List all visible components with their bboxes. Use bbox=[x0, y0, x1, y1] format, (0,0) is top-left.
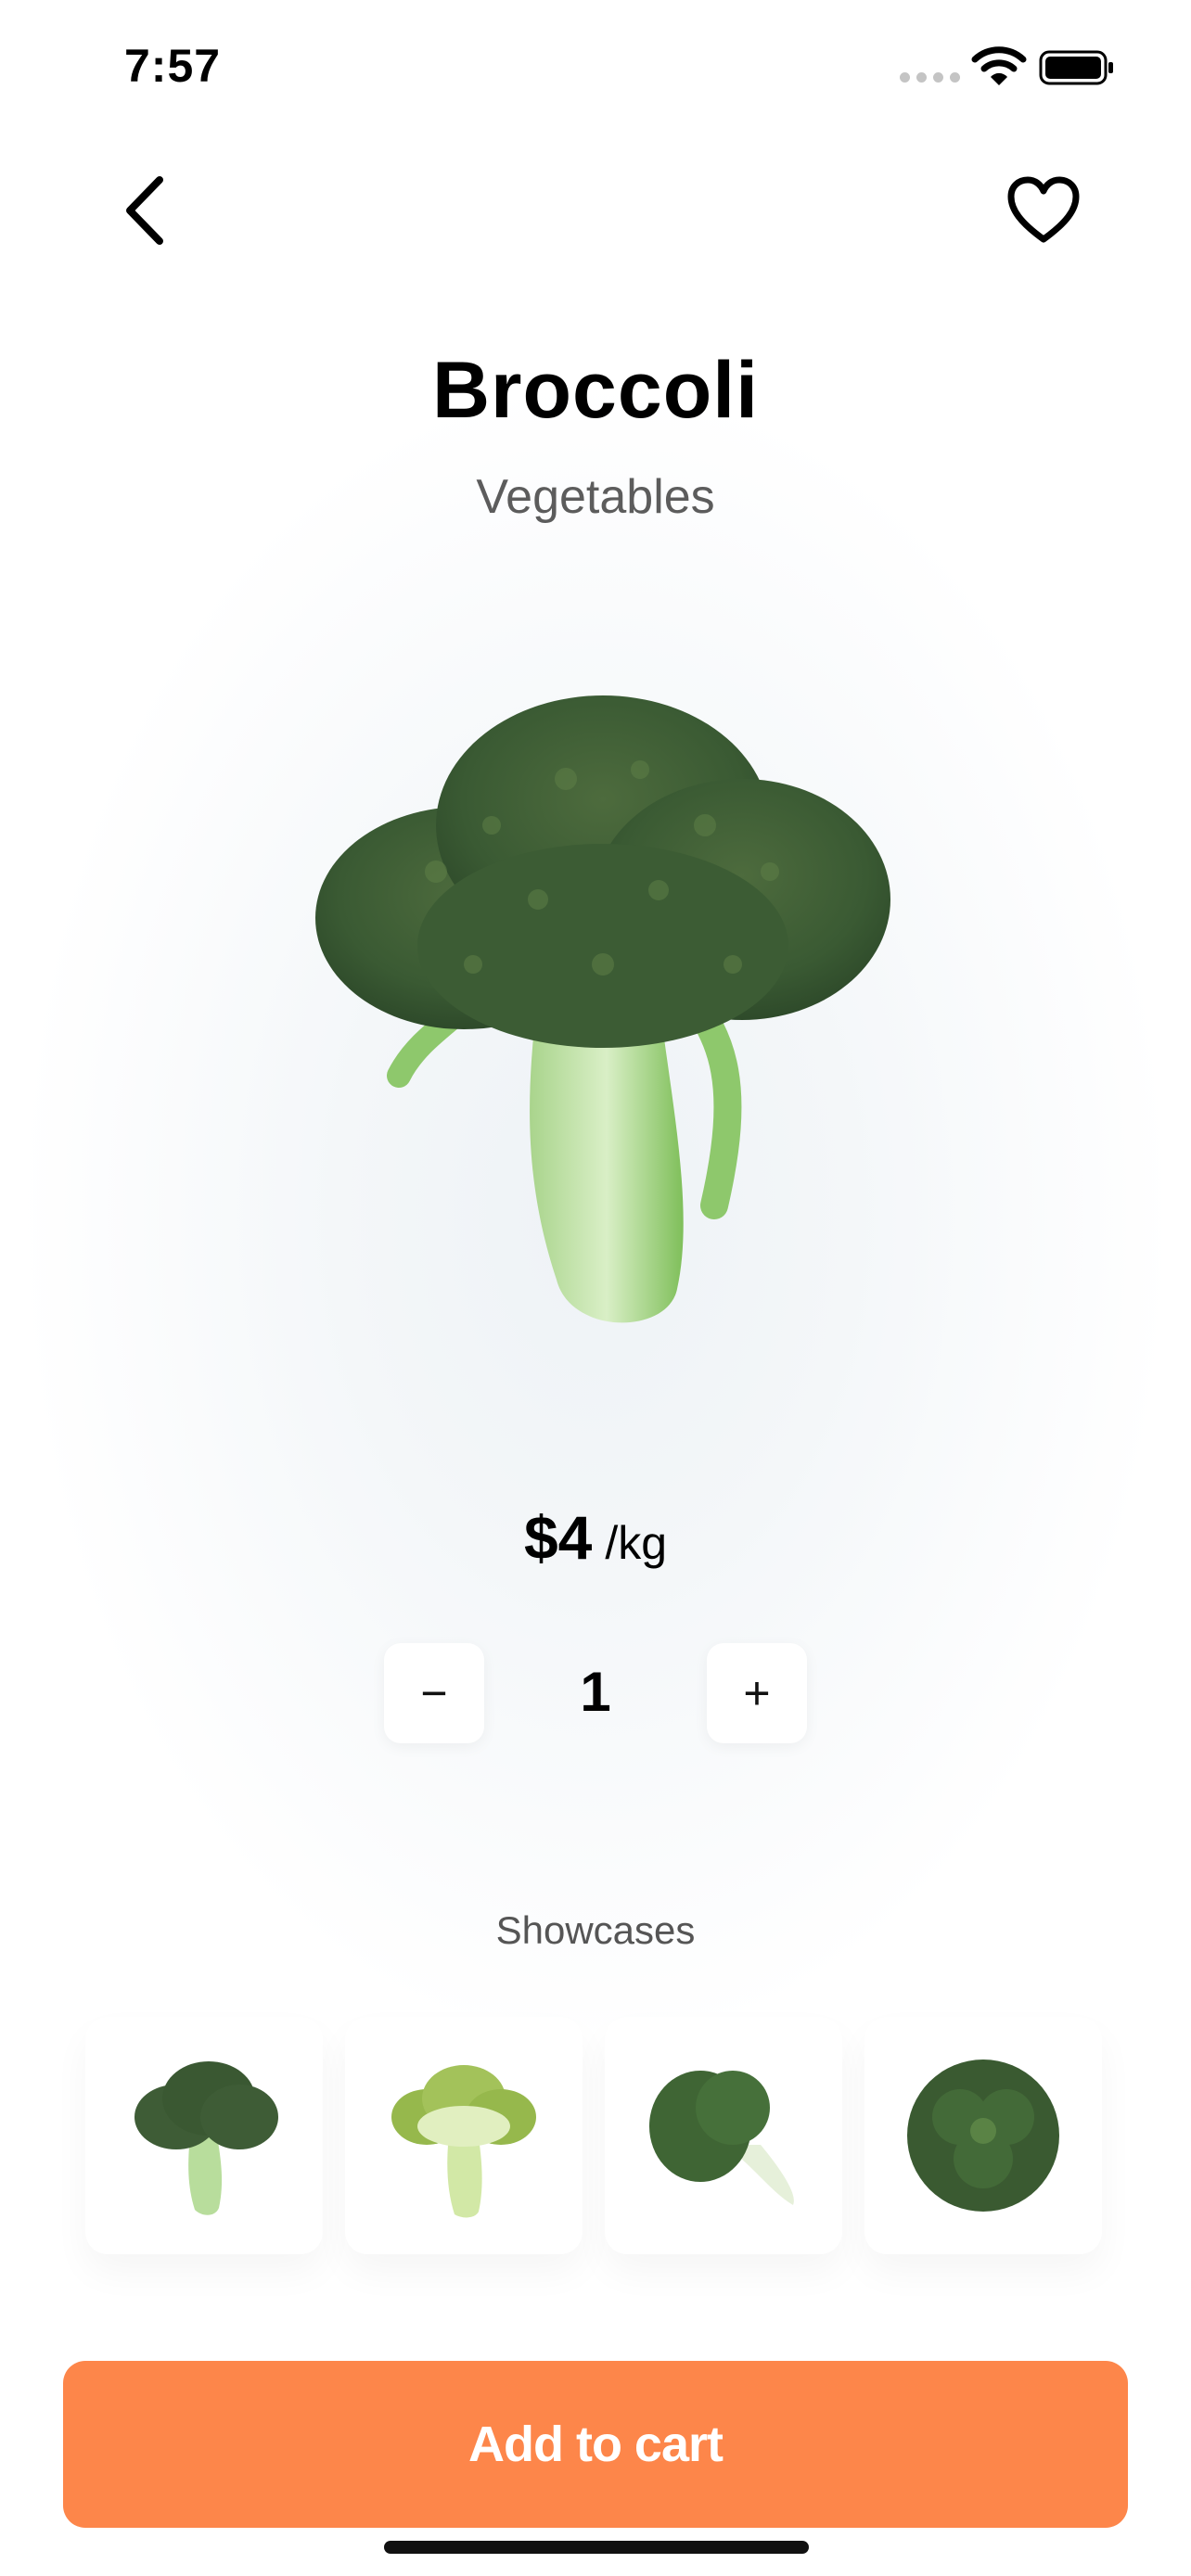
showcase-thumbnail-3[interactable] bbox=[605, 2017, 842, 2254]
product-title: Broccoli bbox=[431, 346, 760, 435]
broccoli-whole-image bbox=[134, 2061, 278, 2215]
battery-icon bbox=[1039, 50, 1113, 85]
showcases-label: Showcases bbox=[495, 1908, 696, 1952]
broccoli-cross-section-image bbox=[391, 2065, 536, 2218]
broccoli-side-image bbox=[649, 2071, 794, 2205]
add-to-cart-button[interactable]: Add to cart bbox=[63, 2361, 1128, 2528]
wifi-icon bbox=[971, 46, 1027, 85]
quantity-value: 1 bbox=[580, 1661, 611, 1723]
home-indicator bbox=[384, 2541, 809, 2554]
price-unit: /kg bbox=[605, 1517, 668, 1569]
showcase-thumbnails bbox=[85, 2017, 1102, 2254]
showcase-thumbnail-1[interactable] bbox=[85, 2017, 323, 2254]
price: $4/kg bbox=[0, 1502, 1191, 1573]
showcase-thumbnail-2[interactable] bbox=[345, 2017, 583, 2254]
product-image bbox=[315, 695, 890, 1323]
back-button[interactable] bbox=[111, 169, 186, 252]
favorite-button[interactable] bbox=[1002, 169, 1085, 252]
status-time: 7:57 bbox=[124, 40, 222, 92]
cellular-signal-icon bbox=[900, 72, 960, 83]
product-category: Vegetables bbox=[476, 470, 715, 524]
broccoli-top-image bbox=[907, 2060, 1059, 2212]
showcase-thumbnail-4[interactable] bbox=[864, 2017, 1102, 2254]
chevron-left-icon bbox=[126, 176, 163, 245]
heart-outline-icon bbox=[1007, 176, 1080, 243]
decrement-button[interactable]: − bbox=[384, 1643, 484, 1743]
increment-button[interactable]: + bbox=[707, 1643, 807, 1743]
price-amount: $4 bbox=[523, 1503, 593, 1572]
